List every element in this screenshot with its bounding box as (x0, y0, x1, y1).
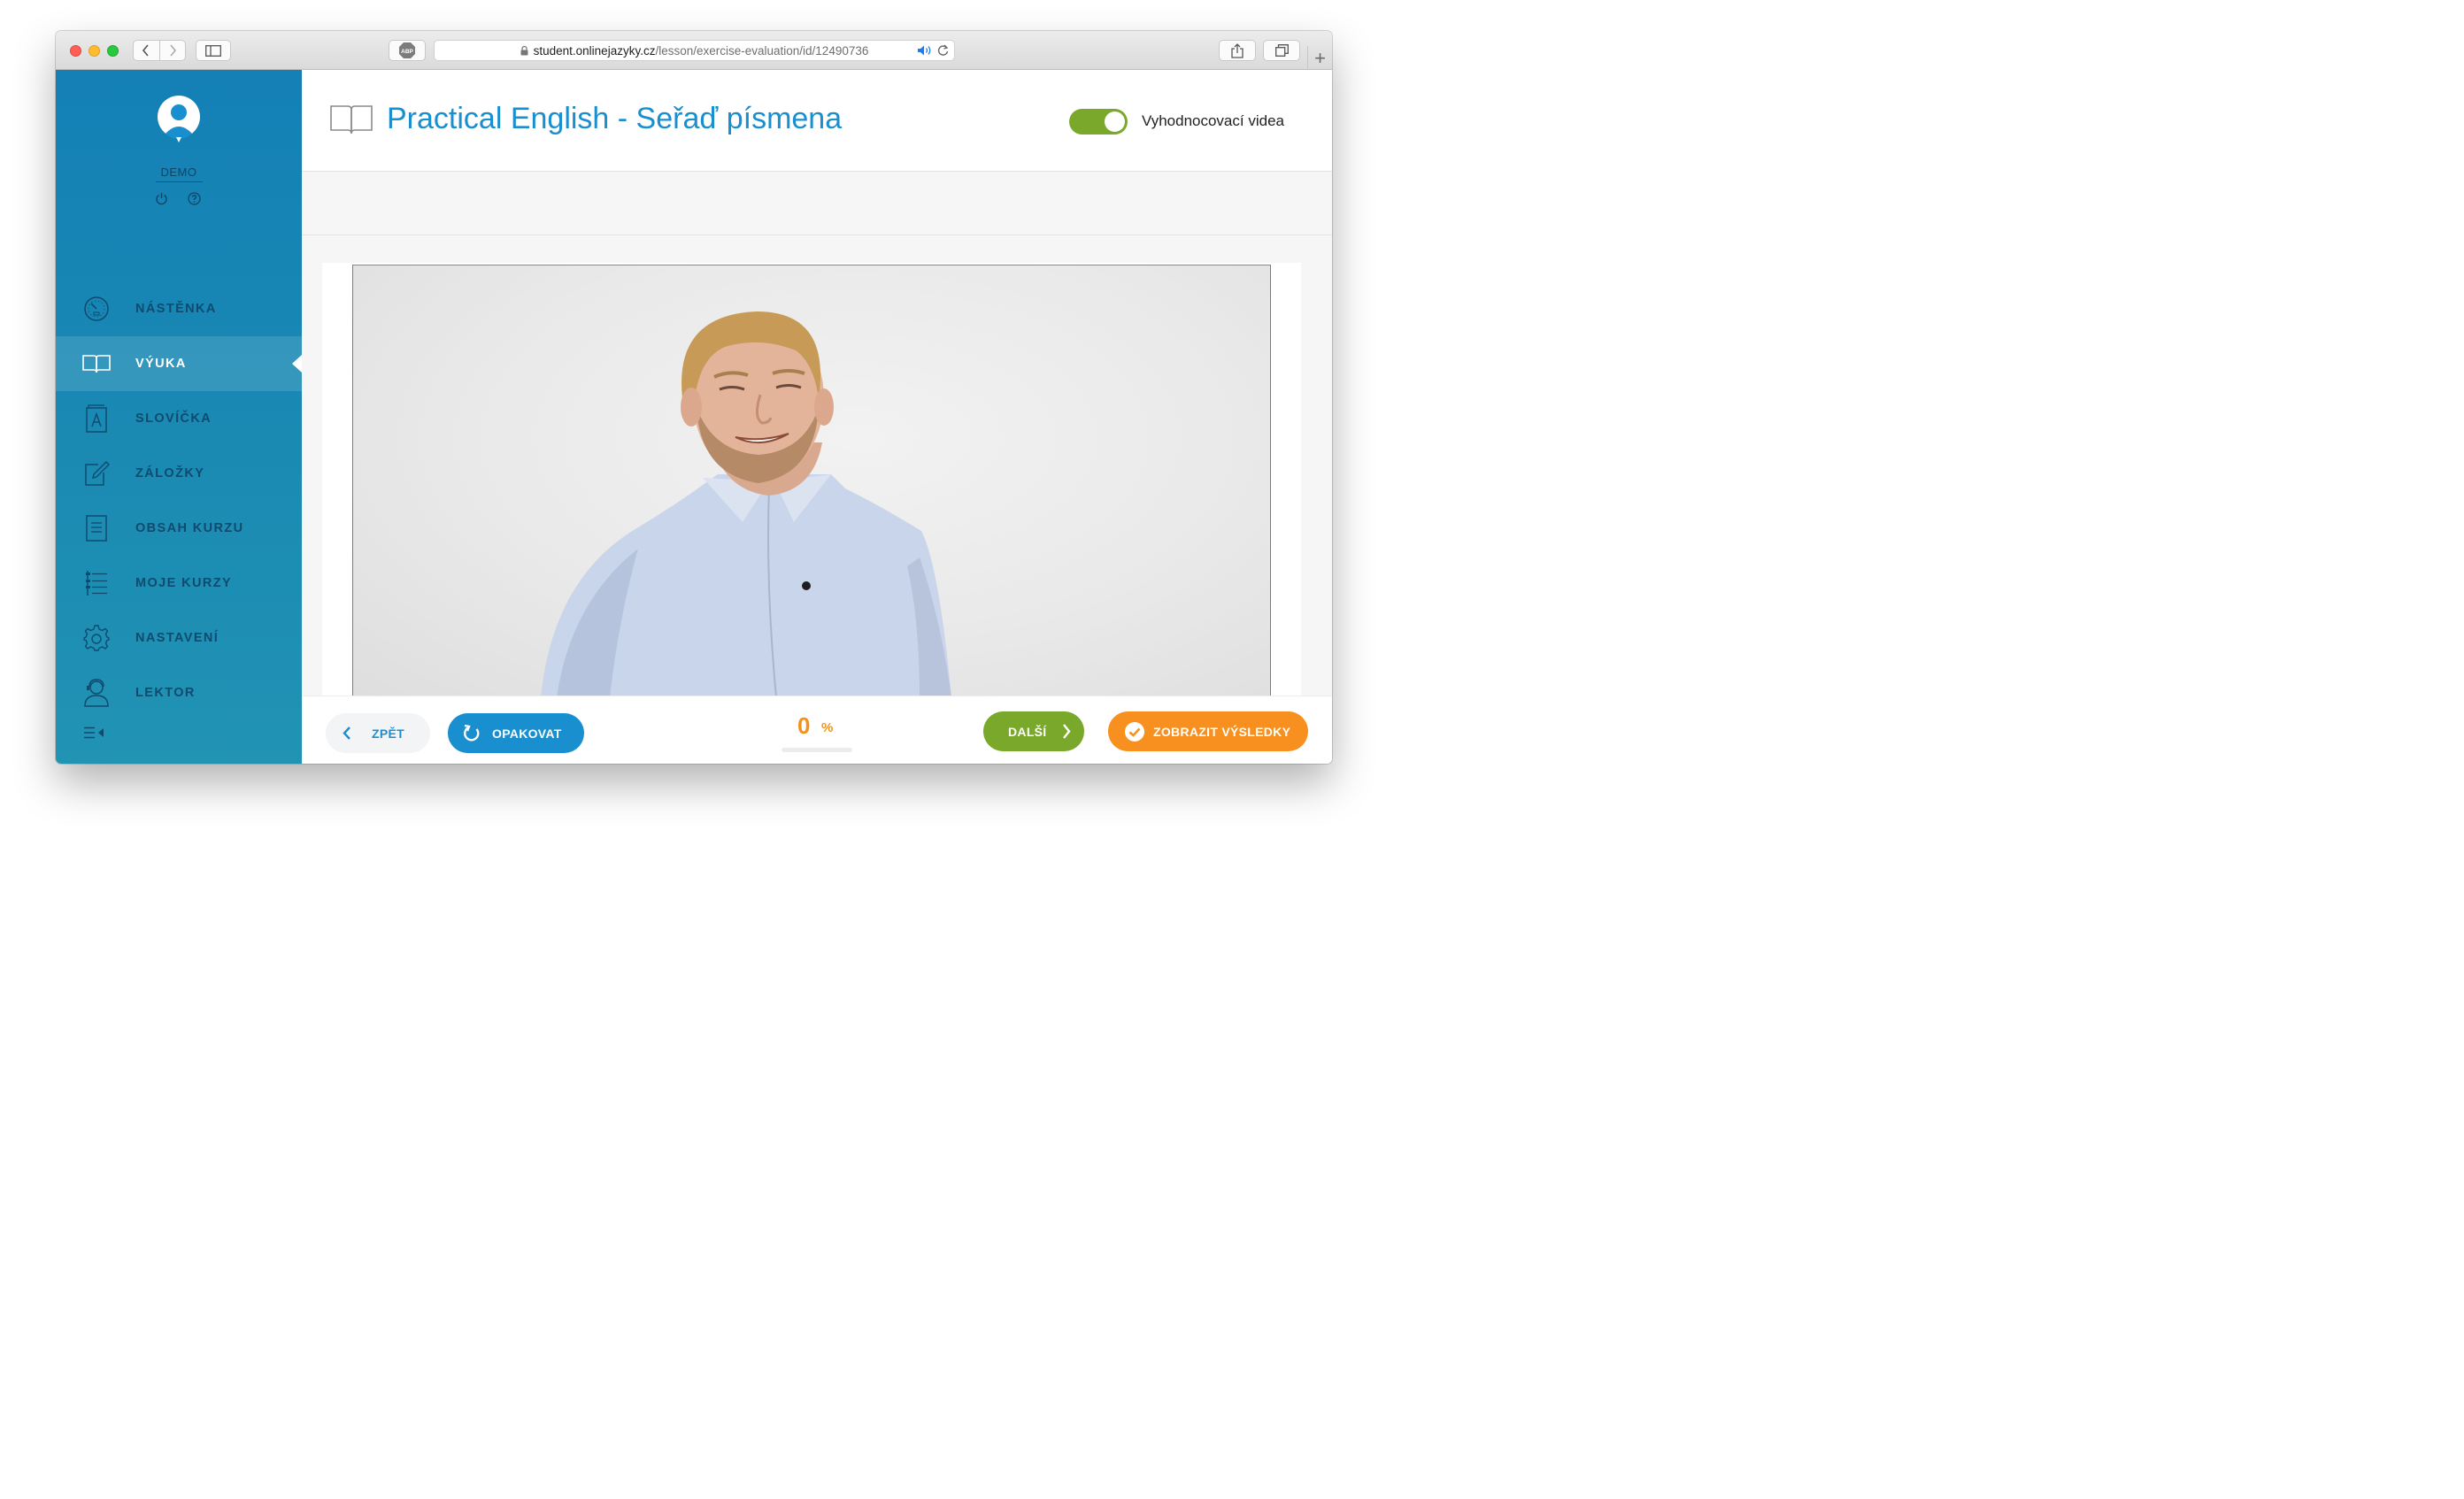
minimize-window-button[interactable] (89, 45, 100, 57)
repeat-button[interactable]: OPAKOVAT (448, 713, 584, 753)
bookmark-edit-icon (82, 459, 111, 488)
show-results-label: ZOBRAZIT VÝSLEDKY (1153, 724, 1291, 739)
back-arrow-icon[interactable] (134, 41, 159, 60)
evaluation-videos-label: Vyhodnocovací videa (1142, 112, 1284, 129)
sidebar-toggle-icon[interactable] (196, 40, 231, 61)
check-circle-icon (1125, 722, 1144, 742)
main-content: Practical English - Seřaď písmena Vyhodn… (302, 70, 1332, 764)
adblock-button[interactable]: ABP (389, 40, 426, 61)
back-button-label: ZPĚT (372, 726, 404, 741)
adblock-icon: ABP (399, 42, 415, 58)
username[interactable]: DEMO (56, 165, 302, 179)
sidebar: DEMO NÁSTĚNKA VÝUKA SLOVÍČKA ZÁLOŽKY OBS… (56, 70, 302, 764)
avatar[interactable] (157, 95, 201, 142)
sidebar-item-obsah-kurzu[interactable]: OBSAH KURZU (56, 501, 302, 556)
toggle-knob (1105, 111, 1125, 132)
sidebar-item-zalozky[interactable]: ZÁLOŽKY (56, 446, 302, 501)
show-results-button[interactable]: ZOBRAZIT VÝSLEDKY (1108, 711, 1308, 751)
sidebar-item-label: NÁSTĚNKA (135, 302, 217, 316)
sidebar-item-slovicka[interactable]: SLOVÍČKA (56, 391, 302, 446)
next-button-label: DALŠÍ (1008, 724, 1047, 739)
sidebar-item-label: MOJE KURZY (135, 576, 233, 590)
page-title: Practical English - Seřaď písmena (387, 102, 843, 135)
refresh-icon (464, 724, 480, 742)
back-button[interactable]: ZPĚT (326, 713, 430, 753)
chevron-left-icon (343, 726, 350, 740)
progress-unit: % (821, 720, 834, 735)
sidebar-item-vyuka[interactable]: VÝUKA (56, 336, 302, 391)
browser-window: ABP student.onlinejazyky.cz/lesson/exerc… (56, 31, 1332, 764)
lock-icon (520, 45, 528, 55)
book-icon (82, 350, 111, 378)
url-path: /lesson/exercise-evaluation/id/12490736 (655, 43, 869, 58)
username-underline (156, 181, 203, 182)
sidebar-item-nastenka[interactable]: NÁSTĚNKA (56, 281, 302, 336)
audio-playing-icon[interactable] (917, 44, 933, 57)
sidebar-item-label: LEKTOR (135, 686, 196, 700)
svg-text:ABP: ABP (401, 49, 413, 55)
sidebar-item-label: SLOVÍČKA (135, 411, 212, 426)
lecturer-icon (82, 679, 111, 707)
power-icon[interactable] (155, 192, 168, 205)
new-tab-button[interactable]: + (1307, 46, 1332, 70)
forward-arrow-icon[interactable] (158, 41, 185, 60)
page-header: Practical English - Seřaď písmena Vyhodn… (302, 70, 1332, 172)
next-button[interactable]: DALŠÍ (983, 711, 1084, 751)
sidebar-menu: NÁSTĚNKA VÝUKA SLOVÍČKA ZÁLOŽKY OBSAH KU… (56, 281, 302, 720)
action-footer: ZPĚT OPAKOVAT 0 % DALŠÍ ZOBRAZIT VÝSLEDK… (302, 696, 1332, 764)
sub-toolbar (302, 172, 1332, 235)
sidebar-item-moje-kurzy[interactable]: MOJE KURZY (56, 556, 302, 611)
dashboard-icon (82, 295, 111, 323)
vocabulary-icon (82, 404, 111, 433)
video-container (322, 263, 1301, 696)
course-list-icon (82, 569, 111, 597)
evaluation-video[interactable] (352, 265, 1271, 696)
help-icon[interactable] (188, 192, 201, 205)
url-domain: student.onlinejazyky.cz (533, 43, 656, 58)
close-window-button[interactable] (70, 45, 81, 57)
share-icon[interactable] (1219, 40, 1256, 61)
address-bar[interactable]: student.onlinejazyky.cz/lesson/exercise-… (434, 40, 955, 61)
browser-titlebar: ABP student.onlinejazyky.cz/lesson/exerc… (56, 31, 1332, 70)
progress-value: 0 (797, 712, 811, 739)
chevron-right-icon (1063, 724, 1071, 739)
user-actions (155, 192, 201, 205)
sidebar-item-lektor[interactable]: LEKTOR (56, 665, 302, 720)
sidebar-item-label: ZÁLOŽKY (135, 466, 205, 480)
navigation-buttons (133, 40, 186, 61)
progress-bar (782, 748, 852, 752)
collapse-sidebar-icon[interactable] (84, 726, 107, 739)
zoom-window-button[interactable] (107, 45, 119, 57)
reload-icon[interactable] (937, 44, 949, 57)
sidebar-item-label: OBSAH KURZU (135, 521, 244, 535)
sidebar-item-nastaveni[interactable]: NASTAVENÍ (56, 611, 302, 665)
video-presenter-image (541, 311, 951, 696)
document-icon (82, 514, 111, 542)
gear-icon (82, 624, 111, 652)
tab-overview-icon[interactable] (1263, 40, 1300, 61)
sidebar-item-label: VÝUKA (135, 357, 187, 371)
evaluation-videos-toggle[interactable] (1069, 109, 1128, 135)
book-icon (330, 105, 373, 135)
repeat-button-label: OPAKOVAT (492, 726, 562, 741)
sidebar-item-label: NASTAVENÍ (135, 631, 219, 645)
